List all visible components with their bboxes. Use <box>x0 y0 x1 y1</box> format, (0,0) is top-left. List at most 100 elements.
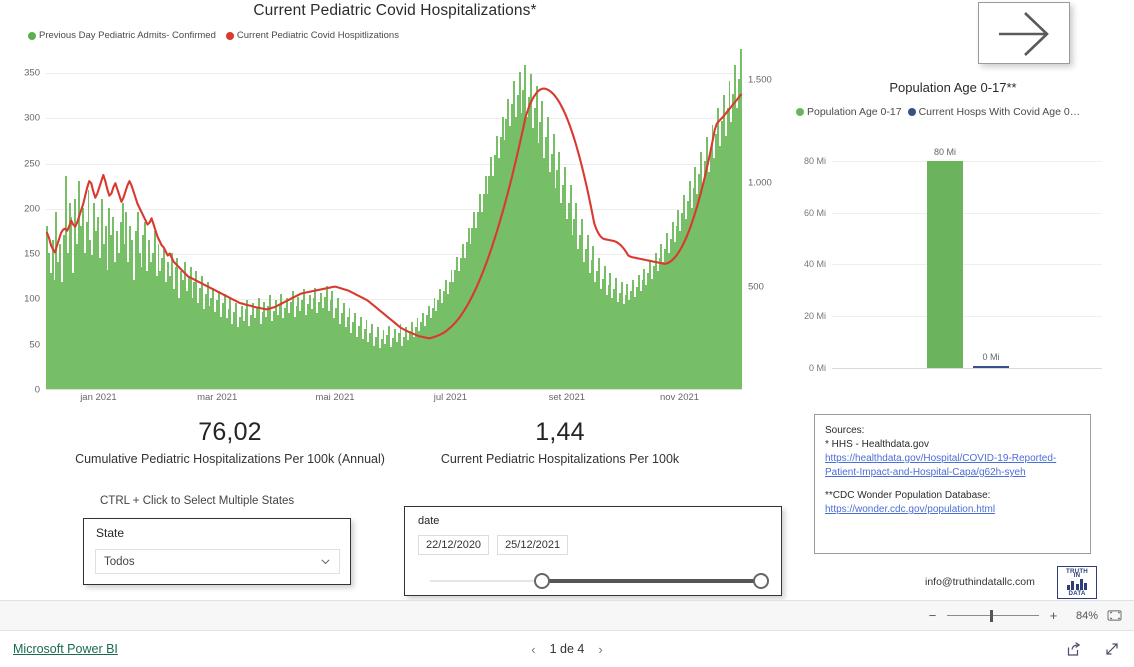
zoom-in-button[interactable]: + <box>1048 608 1059 623</box>
population-y-tick: 80 Mi <box>803 155 826 166</box>
legend-dot-navy <box>907 108 916 116</box>
kpi-cumulative-value: 76,02 <box>198 418 262 446</box>
kpi-current-label: Current Pediatric Hospitalizations Per 1… <box>440 452 680 466</box>
zoom-percent-label: 84% <box>1075 609 1098 622</box>
legend-label-population: Population Age 0-17 <box>807 106 902 118</box>
sources-hhs-link-part2[interactable]: Patient-Impact-and-Hospital-Capa/g62h-sy… <box>825 466 1080 480</box>
status-bar-actions <box>1066 641 1120 657</box>
x-axis: jan 2021 mar 2021 mai 2021 jul 2021 set 2021… <box>46 392 742 408</box>
date-start-input[interactable]: 22/12/2020 <box>418 535 490 555</box>
main-chart-legend[interactable]: Previous Day Pediatric Admits- Confirmed… <box>28 30 399 41</box>
population-gridline <box>832 212 1102 214</box>
y-left-tick: 350 <box>24 67 40 79</box>
main-chart-plot-area: 0 50 100 150 200 250 300 350 500 1.000 1.500 <box>0 48 790 410</box>
page-navigator[interactable]: ‹ 1 de 4 › <box>0 642 1134 657</box>
y-left-tick: 250 <box>24 158 40 170</box>
state-dropdown[interactable]: Todos <box>95 549 340 574</box>
x-axis-tick: jan 2021 <box>80 392 117 403</box>
x-axis-tick: set 2021 <box>548 392 586 403</box>
kpi-card-current[interactable]: 1,44 Current Pediatric Hospitalizations … <box>410 418 710 466</box>
plot-canvas[interactable] <box>46 48 742 390</box>
population-y-tick: 20 Mi <box>803 311 826 322</box>
population-y-axis: 0 Mi 20 Mi 40 Mi 60 Mi 80 Mi <box>790 140 830 373</box>
sources-hhs-link-part1[interactable]: https://healthdata.gov/Hospital/COVID-19… <box>825 452 1080 466</box>
arrow-right-icon <box>999 12 1049 56</box>
zoom-bar: − + 84% <box>0 600 1134 631</box>
logo-bars-icon <box>1067 579 1087 590</box>
kpi-cumulative-label: Cumulative Pediatric Hospitalizations Pe… <box>75 452 385 466</box>
truth-in-data-logo: TRUTH IN DATA <box>1057 566 1097 599</box>
date-slicer-title: date <box>418 515 440 527</box>
fullscreen-icon[interactable] <box>1104 641 1120 657</box>
date-slicer[interactable]: date 22/12/2020 25/12/2021 <box>404 506 782 596</box>
x-axis-tick: mar 2021 <box>197 392 238 403</box>
state-slicer-hint: CTRL + Click to Select Multiple States <box>100 495 295 507</box>
kpi-current-value: 1,44 <box>535 418 585 446</box>
population-chart-visual[interactable]: Population Age 0-17** Population Age 0-1… <box>790 78 1134 398</box>
chevron-down-icon <box>321 559 330 565</box>
logo-text-bottom: DATA <box>1068 590 1086 597</box>
legend-dot-green <box>28 31 36 40</box>
population-chart-title: Population Age 0-17** <box>889 80 1017 95</box>
zoom-slider[interactable] <box>947 609 1039 622</box>
sources-heading: Sources: <box>825 425 865 436</box>
population-plot-area[interactable]: 80 Mi 0 Mi <box>832 140 1102 369</box>
state-slicer-title: State <box>96 526 125 540</box>
y-left-tick: 50 <box>29 339 40 351</box>
kpi-card-cumulative[interactable]: 76,02 Cumulative Pediatric Hospitalizati… <box>55 418 405 466</box>
legend-item-population[interactable]: Population Age 0-17 <box>796 106 902 118</box>
current-hosps-bar[interactable] <box>973 366 1009 368</box>
population-y-tick: 0 Mi <box>808 363 826 373</box>
y-left-tick: 0 <box>34 384 40 396</box>
slider-handle-start[interactable] <box>534 573 551 589</box>
legend-label-current-hosps: Current Hosps With Covid Age 0… <box>918 106 1081 118</box>
population-bar[interactable] <box>927 160 963 368</box>
y-axis-right: 500 1.000 1.500 <box>742 55 790 390</box>
y-right-tick: 500 <box>748 281 764 293</box>
population-gridline <box>832 368 1102 369</box>
main-chart-title: Current Pediatric Covid Hospitalizations… <box>253 2 537 19</box>
x-axis-tick: mai 2021 <box>315 392 355 403</box>
report-canvas: Current Pediatric Covid Hospitalizations… <box>0 0 1134 600</box>
legend-item-admits[interactable]: Previous Day Pediatric Admits- Confirmed <box>28 30 216 41</box>
y-left-tick: 200 <box>24 203 40 215</box>
date-inputs[interactable]: 22/12/2020 25/12/2021 <box>418 535 569 555</box>
legend-item-hospitalizations[interactable]: Current Pediatric Covid Hospitlizations <box>225 30 399 41</box>
main-chart-visual[interactable]: Current Pediatric Covid Hospitalizations… <box>0 0 790 410</box>
logo-text-mid: IN <box>1073 572 1081 579</box>
legend-dot-green-pop <box>796 108 804 116</box>
page-indicator: 1 de 4 <box>549 642 585 656</box>
previous-page-button[interactable]: ‹ <box>531 642 535 657</box>
population-gridline <box>832 264 1102 266</box>
y-left-tick: 150 <box>24 248 40 260</box>
legend-item-current-hosps[interactable]: Current Hosps With Covid Age 0… <box>907 106 1081 118</box>
zoom-out-button[interactable]: − <box>927 608 938 623</box>
population-chart-legend[interactable]: Population Age 0-17 Current Hosps With C… <box>796 106 1080 118</box>
population-gridline <box>832 316 1102 318</box>
y-axis-left: 0 50 100 150 200 250 300 350 <box>0 55 46 396</box>
zoom-slider-thumb[interactable] <box>990 609 994 622</box>
y-right-tick: 1.500 <box>748 74 772 86</box>
date-end-input[interactable]: 25/12/2021 <box>497 535 569 555</box>
sources-cdc-line: **CDC Wonder Population Database: <box>825 490 991 501</box>
y-left-tick: 300 <box>24 112 40 124</box>
sources-box: Sources: * HHS - Healthdata.gov https://… <box>814 414 1091 554</box>
share-icon[interactable] <box>1066 641 1082 657</box>
state-slicer[interactable]: State Todos <box>83 518 351 585</box>
y-left-tick: 100 <box>24 293 40 305</box>
sources-spacer <box>825 480 1080 489</box>
population-gridline <box>832 160 1102 162</box>
slider-handle-end[interactable] <box>752 573 769 589</box>
sources-hhs-line: * HHS - Healthdata.gov <box>825 439 929 450</box>
date-range-slider[interactable] <box>430 573 769 589</box>
sources-cdc-link[interactable]: https://wonder.cdc.gov/population.html <box>825 503 1080 517</box>
population-y-tick: 40 Mi <box>803 259 826 270</box>
next-page-button[interactable]: › <box>598 642 602 657</box>
contact-email: info@truthindatallc.com <box>925 576 1035 588</box>
line-series[interactable] <box>46 55 742 390</box>
legend-dot-red <box>225 31 234 40</box>
status-bar: Microsoft Power BI ‹ 1 de 4 › <box>0 631 1134 667</box>
next-page-arrow-button[interactable] <box>978 2 1070 64</box>
fit-to-page-icon[interactable] <box>1107 609 1122 622</box>
population-data-label: 0 Mi <box>982 352 1000 362</box>
